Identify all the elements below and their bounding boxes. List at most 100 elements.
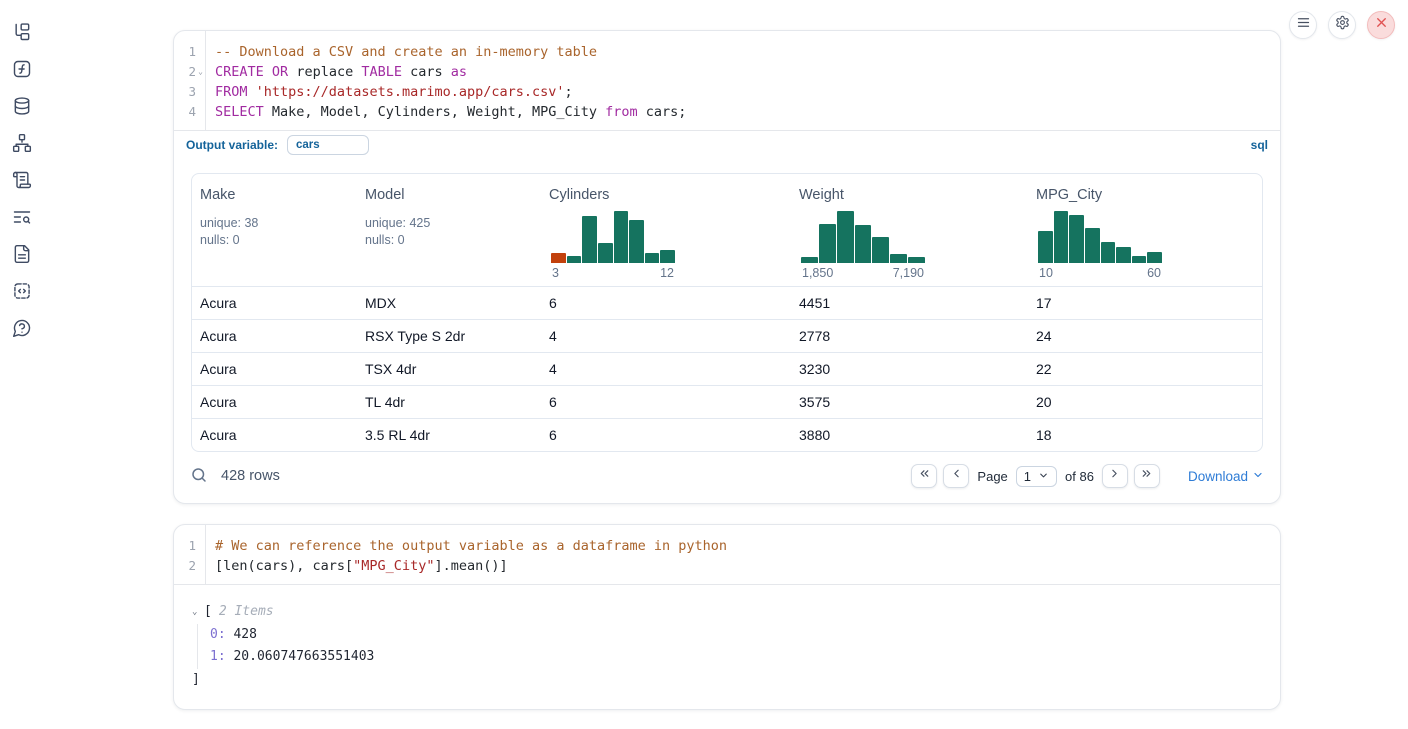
- top-right-controls: [1289, 11, 1395, 39]
- histogram-bar: [801, 257, 818, 263]
- item-value: 428: [226, 627, 257, 642]
- table-cell: Acura: [192, 394, 357, 410]
- dependency-graph-icon[interactable]: [12, 132, 33, 153]
- table-cell: 2778: [791, 328, 1028, 344]
- result-table: Makeunique: 38nulls: 0Modelunique: 425nu…: [191, 173, 1263, 452]
- help-bubble-icon[interactable]: [12, 317, 33, 338]
- histogram-bar: [1101, 242, 1116, 263]
- sql-code-editor[interactable]: 1-- Download a CSV and create an in-memo…: [174, 31, 1280, 130]
- column-header-model[interactable]: Modelunique: 425nulls: 0: [357, 174, 541, 286]
- scroll-logs-icon[interactable]: [12, 169, 33, 190]
- prev-page-button[interactable]: [943, 464, 969, 488]
- page-select[interactable]: 1: [1016, 466, 1057, 487]
- histogram-range-labels: 1,8507,190: [801, 266, 925, 280]
- table-cell: TSX 4dr: [357, 361, 541, 377]
- table-footer: 428 rows Page 1 of 86: [174, 452, 1280, 503]
- histogram-bar: [1069, 215, 1084, 263]
- code-line: 1# We can reference the output variable …: [174, 536, 1280, 556]
- line-number: 2: [174, 62, 196, 82]
- chevron-left-icon: [950, 467, 963, 485]
- sql-cell-card: 1-- Download a CSV and create an in-memo…: [173, 30, 1281, 504]
- output-variable-row: Output variable: sql: [174, 130, 1280, 159]
- chevron-down-icon: [1038, 469, 1049, 484]
- column-name: Cylinders: [549, 187, 783, 203]
- settings-button[interactable]: [1328, 11, 1356, 39]
- column-histogram[interactable]: 312: [551, 211, 675, 280]
- table-row[interactable]: AcuraRSX Type S 2dr4277824: [192, 319, 1262, 352]
- code-line: 2⌄CREATE OR replace TABLE cars as: [174, 62, 1280, 82]
- column-header-cylinders[interactable]: Cylinders 312: [541, 174, 791, 286]
- code-line: 3FROM 'https://datasets.marimo.app/cars.…: [174, 82, 1280, 102]
- histogram-bar: [855, 225, 872, 263]
- histogram-bar: [629, 220, 644, 263]
- histogram-bar: [1132, 256, 1147, 263]
- item-key: 0:: [210, 627, 226, 642]
- page-label: Page: [975, 469, 1009, 484]
- row-count: 428 rows: [221, 468, 280, 484]
- page-total-label: of 86: [1063, 469, 1096, 484]
- hamburger-icon: [1296, 15, 1311, 35]
- output-tree-items: 0: 428 1: 20.060747663551403: [197, 624, 1262, 669]
- document-icon[interactable]: [12, 243, 33, 264]
- column-name: MPG_City: [1036, 187, 1254, 203]
- column-header-weight[interactable]: Weight 1,8507,190: [791, 174, 1028, 286]
- gear-icon: [1335, 15, 1350, 35]
- line-number: 2: [174, 556, 196, 576]
- table-row[interactable]: AcuraMDX6445117: [192, 286, 1262, 319]
- histogram-range-labels: 1060: [1038, 266, 1162, 280]
- fold-spacer: [196, 536, 205, 556]
- table-cell: 3230: [791, 361, 1028, 377]
- histogram-bar: [582, 216, 597, 263]
- search-icon[interactable]: [190, 466, 210, 486]
- column-histogram[interactable]: 1,8507,190: [801, 211, 925, 280]
- table-row[interactable]: AcuraTSX 4dr4323022: [192, 352, 1262, 385]
- histogram-bar: [908, 257, 925, 263]
- fold-chevron-icon[interactable]: ⌄: [196, 62, 205, 82]
- histogram-bar: [1085, 228, 1100, 263]
- histogram-bar: [890, 254, 907, 263]
- table-cell: MDX: [357, 295, 541, 311]
- table-cell: 4: [541, 328, 791, 344]
- table-cell: 3880: [791, 427, 1028, 443]
- column-header-make[interactable]: Makeunique: 38nulls: 0: [192, 174, 357, 286]
- chevrons-right-icon: [1140, 467, 1153, 485]
- output-tree-item: 1: 20.060747663551403: [210, 646, 1262, 669]
- close-bracket: ]: [192, 669, 1262, 692]
- column-stats: unique: 38nulls: 0: [200, 215, 349, 249]
- python-output: ⌄ [ 2 Items 0: 4281: 20.060747663551403 …: [174, 584, 1280, 709]
- function-square-icon[interactable]: [12, 58, 33, 79]
- last-page-button[interactable]: [1134, 464, 1160, 488]
- column-header-mpg_city[interactable]: MPG_City 1060: [1028, 174, 1262, 286]
- column-histogram[interactable]: 1060: [1038, 211, 1162, 280]
- histogram-bar: [1038, 231, 1053, 263]
- download-button[interactable]: Download: [1188, 469, 1264, 484]
- table-cell: RSX Type S 2dr: [357, 328, 541, 344]
- table-cell: 20: [1028, 394, 1262, 410]
- first-page-button[interactable]: [911, 464, 937, 488]
- histogram-bar: [645, 253, 660, 263]
- histogram-bar: [872, 237, 889, 263]
- histogram-bar: [837, 211, 854, 263]
- close-button[interactable]: [1367, 11, 1395, 39]
- output-variable-input[interactable]: [287, 135, 369, 155]
- database-icon[interactable]: [12, 95, 33, 116]
- item-value: 20.060747663551403: [226, 649, 375, 664]
- histogram-bar: [598, 243, 613, 263]
- table-row[interactable]: AcuraTL 4dr6357520: [192, 385, 1262, 418]
- table-row[interactable]: Acura3.5 RL 4dr6388018: [192, 418, 1262, 451]
- column-name: Model: [365, 187, 533, 203]
- code-snippet-icon[interactable]: [12, 280, 33, 301]
- fold-spacer: [196, 82, 205, 102]
- line-number: 3: [174, 82, 196, 102]
- column-name: Weight: [799, 187, 1020, 203]
- fold-spacer: [196, 42, 205, 62]
- python-code-editor[interactable]: 1# We can reference the output variable …: [174, 525, 1280, 584]
- list-search-icon[interactable]: [12, 206, 33, 227]
- file-tree-icon[interactable]: [12, 21, 33, 42]
- collapse-chevron-icon[interactable]: ⌄: [192, 601, 204, 624]
- histogram-range-labels: 312: [551, 266, 675, 280]
- histogram-bar: [819, 224, 836, 263]
- next-page-button[interactable]: [1102, 464, 1128, 488]
- page-select-value: 1: [1024, 469, 1031, 484]
- menu-button[interactable]: [1289, 11, 1317, 39]
